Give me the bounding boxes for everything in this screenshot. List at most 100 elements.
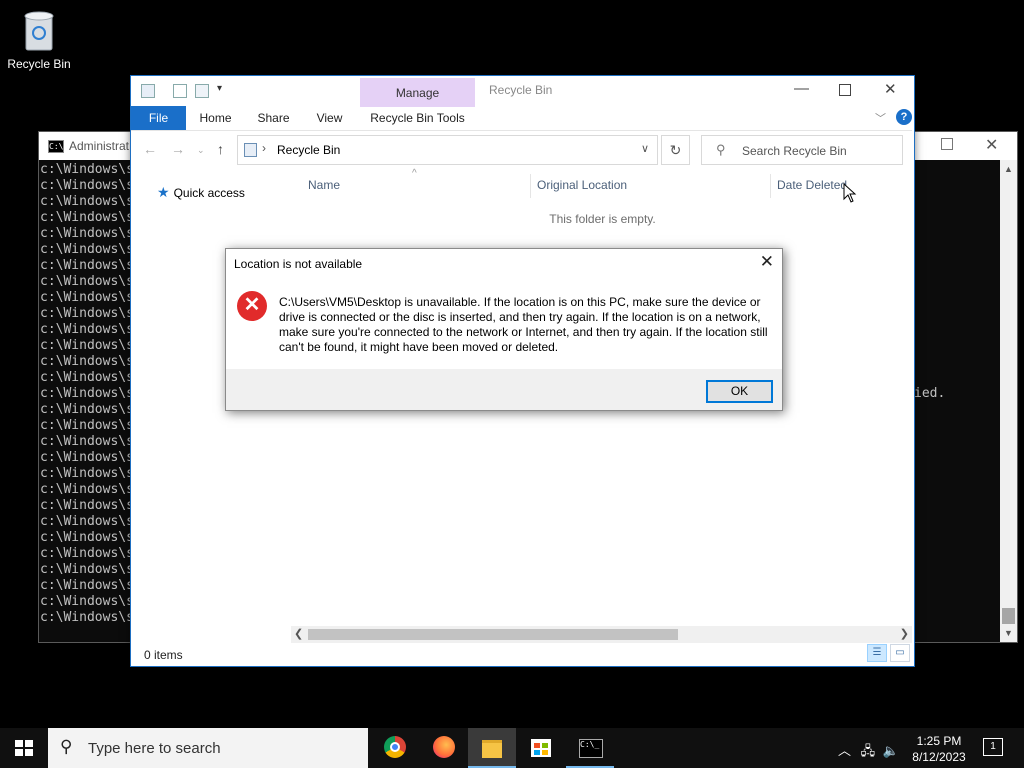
horizontal-scroll-thumb[interactable]	[308, 629, 678, 640]
nav-quick-access-label: Quick access	[173, 186, 245, 200]
start-button[interactable]	[15, 740, 33, 756]
recent-locations-icon[interactable]: ⌄	[197, 145, 205, 156]
cmd-output-line: c:\Windows\s	[40, 482, 134, 497]
cmd-output-line: c:\Windows\s	[40, 354, 134, 369]
cmd-output-line: c:\Windows\s	[40, 290, 134, 305]
cmd-output-line: c:\Windows\s	[40, 418, 134, 433]
cmd-vertical-scrollbar[interactable]: ▲ ▼	[1000, 160, 1017, 642]
horizontal-scrollbar[interactable]: ❮ ❯	[291, 626, 912, 643]
search-icon: ⚲	[60, 737, 73, 756]
cmd-close-icon[interactable]: ✕	[985, 135, 998, 155]
column-divider[interactable]	[530, 174, 531, 198]
cmd-output-line: c:\Windows\s	[40, 338, 134, 353]
cmd-title: Administrat	[69, 139, 130, 153]
windows-logo-pane	[25, 749, 33, 756]
cmd-output-line: c:\Windows\s	[40, 594, 134, 609]
view-switcher: ☰ ▭	[867, 644, 913, 662]
mouse-cursor-icon	[843, 183, 857, 203]
cmd-output-line: c:\Windows\s	[40, 450, 134, 465]
dialog-title: Location is not available	[234, 257, 363, 271]
cmd-output-line: c:\Windows\s	[40, 466, 134, 481]
tab-view[interactable]: View	[307, 106, 352, 130]
cmd-output-tail: ied.	[914, 386, 946, 401]
cmd-output-line: c:\Windows\s	[40, 514, 134, 529]
column-divider[interactable]	[770, 174, 771, 198]
network-icon[interactable]: 🖧	[861, 743, 876, 758]
cmd-maximize-icon[interactable]	[941, 138, 953, 150]
volume-icon[interactable]: 🔈	[883, 743, 899, 758]
up-icon[interactable]: ↑	[217, 141, 224, 157]
customize-qat-icon[interactable]: ▾	[217, 83, 222, 94]
cmd-output-line: c:\Windows\s	[40, 370, 134, 385]
cmd-scroll-thumb[interactable]	[1002, 608, 1015, 624]
clock[interactable]: 1:25 PM 8/12/2023	[906, 733, 972, 765]
chevron-up-icon[interactable]: ︿	[838, 743, 851, 758]
cmd-output-line: c:\Windows\s	[40, 546, 134, 561]
cmd-output-line: c:\Windows\s	[40, 322, 134, 337]
cmd-output-line: c:\Windows\s	[40, 306, 134, 321]
taskbar-store[interactable]	[517, 728, 565, 768]
close-icon[interactable]: ✕	[884, 80, 897, 98]
taskbar: ⚲ Type here to search C:\_ ︿ 🖧 🔈 1:25 PM…	[0, 728, 1024, 768]
scroll-down-icon[interactable]: ▼	[1004, 628, 1013, 638]
clock-date: 8/12/2023	[912, 750, 966, 764]
tab-manage[interactable]: Manage	[360, 78, 475, 107]
tab-share[interactable]: Share	[251, 106, 296, 130]
help-icon[interactable]: ?	[896, 109, 912, 125]
address-bar[interactable]: › Recycle Bin ∨	[237, 135, 658, 165]
cmd-output-line: c:\Windows\s	[40, 498, 134, 513]
minimize-icon[interactable]: —	[794, 80, 809, 97]
dialog-close-icon[interactable]: ✕	[760, 252, 774, 272]
forward-icon[interactable]: →	[171, 141, 185, 157]
large-icons-view-icon[interactable]: ▭	[890, 644, 910, 662]
error-icon: ✕	[237, 291, 267, 321]
ok-button[interactable]: OK	[706, 380, 773, 403]
maximize-icon[interactable]	[839, 84, 851, 96]
back-icon[interactable]: ←	[143, 141, 157, 157]
scroll-right-icon[interactable]: ❯	[900, 627, 909, 640]
notification-center-icon[interactable]: 1	[983, 738, 1003, 756]
column-header-date-deleted[interactable]: Date Deleted	[777, 178, 847, 192]
cmd-app-icon: C:\	[48, 140, 64, 153]
address-path: Recycle Bin	[277, 143, 341, 157]
scroll-left-icon[interactable]: ❮	[294, 627, 303, 640]
cmd-output-line: c:\Windows\s	[40, 162, 134, 177]
new-folder-icon[interactable]	[195, 84, 209, 98]
taskbar-firefox[interactable]	[420, 728, 468, 768]
cmd-output-line: c:\Windows\s	[40, 258, 134, 273]
details-view-icon[interactable]: ☰	[867, 644, 887, 662]
dialog-message: C:\Users\VM5\Desktop is unavailable. If …	[279, 295, 768, 354]
windows-logo-pane	[15, 749, 23, 756]
search-box[interactable]: ⚲ Search Recycle Bin	[701, 135, 903, 165]
clock-time: 1:25 PM	[916, 734, 962, 748]
taskbar-search[interactable]: ⚲ Type here to search	[48, 728, 368, 768]
scroll-up-icon[interactable]: ▲	[1004, 164, 1013, 174]
properties-icon[interactable]	[173, 84, 187, 98]
chevron-right-icon[interactable]: ›	[262, 141, 266, 155]
cmd-output-line: c:\Windows\s	[40, 402, 134, 417]
folder-icon	[482, 740, 502, 758]
taskbar-chrome[interactable]	[371, 728, 419, 768]
refresh-button[interactable]: ↻	[661, 135, 690, 165]
desktop-recycle-bin[interactable]: Recycle Bin	[6, 8, 72, 71]
nav-quick-access[interactable]: ★ Quick access	[157, 184, 245, 201]
taskbar-file-explorer[interactable]	[468, 728, 516, 768]
ribbon-expand-icon[interactable]: ﹀	[875, 110, 886, 126]
error-dialog[interactable]: Location is not available ✕ ✕ C:\Users\V…	[225, 248, 783, 411]
tab-home[interactable]: Home	[193, 106, 238, 130]
chevron-down-icon[interactable]: ∨	[641, 142, 649, 155]
taskbar-cmd[interactable]: C:\_	[566, 728, 614, 768]
firefox-icon	[433, 736, 455, 758]
column-header-original-location[interactable]: Original Location	[537, 178, 627, 192]
system-tray: ︿ 🖧 🔈	[838, 740, 899, 764]
cmd-output-line: c:\Windows\s	[40, 386, 134, 401]
tab-recycle-bin-tools[interactable]: Recycle Bin Tools	[360, 106, 475, 130]
recycle-bin-icon	[24, 11, 54, 51]
column-header-name[interactable]: Name	[308, 178, 340, 192]
tab-file[interactable]: File	[131, 106, 186, 130]
recycle-bin-small-icon	[244, 143, 257, 157]
manage-label: Manage	[395, 86, 440, 100]
refresh-icon: ↻	[669, 142, 682, 158]
windows-logo-pane	[25, 740, 33, 747]
cmd-icon: C:\_	[579, 739, 603, 758]
